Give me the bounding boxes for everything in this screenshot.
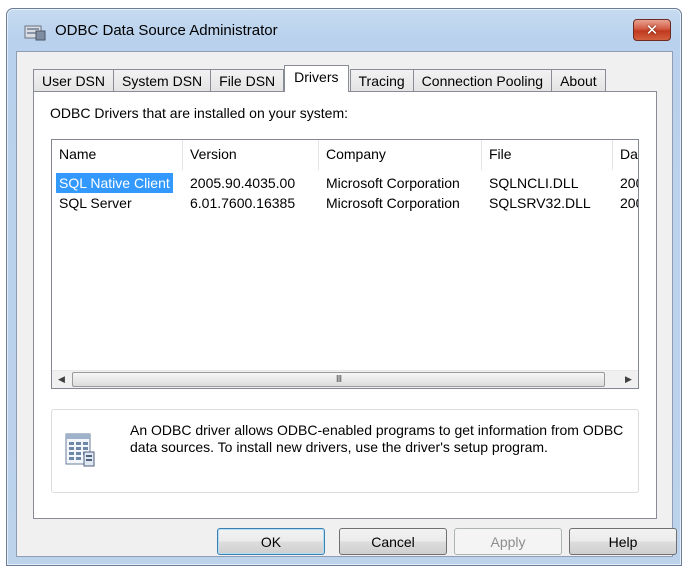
close-icon: ✕ xyxy=(645,21,659,39)
driver-company: Microsoft Corporation xyxy=(326,175,460,191)
column-header-company[interactable]: Company xyxy=(319,140,482,170)
driver-document-icon xyxy=(65,433,95,467)
driver-version: 2005.90.4035.00 xyxy=(190,175,296,191)
cancel-button[interactable]: Cancel xyxy=(339,528,447,555)
scroll-left-icon[interactable]: ◀ xyxy=(53,371,70,388)
title-bar[interactable]: ODBC Data Source Administrator ✕ xyxy=(7,9,681,51)
drivers-prompt: ODBC Drivers that are installed on your … xyxy=(50,105,348,121)
info-box: An ODBC driver allows ODBC-enabled progr… xyxy=(51,409,639,493)
tab-user-dsn[interactable]: User DSN xyxy=(33,69,115,92)
close-button[interactable]: ✕ xyxy=(633,19,671,41)
info-text: An ODBC driver allows ODBC-enabled progr… xyxy=(130,422,624,455)
tab-file-dsn[interactable]: File DSN xyxy=(210,69,285,92)
list-item[interactable]: SQL Server 6.01.7600.16385 Microsoft Cor… xyxy=(52,193,638,213)
driver-company: Microsoft Corporation xyxy=(326,195,460,211)
driver-file: SQLNCLI.DLL xyxy=(489,175,579,191)
apply-button[interactable]: Apply xyxy=(454,528,562,555)
driver-name: SQL Native Client xyxy=(56,173,173,193)
tab-system-dsn[interactable]: System DSN xyxy=(113,69,212,92)
column-header-file[interactable]: File xyxy=(482,140,613,170)
window-title: ODBC Data Source Administrator xyxy=(55,22,278,39)
tab-about[interactable]: About xyxy=(551,69,606,92)
drivers-list[interactable]: Name Version Company File Dat SQL Native… xyxy=(51,139,639,389)
horizontal-scrollbar[interactable]: ◀ III ▶ xyxy=(52,370,638,388)
odbc-admin-window: ODBC Data Source Administrator ✕ User DS… xyxy=(6,8,682,566)
driver-version: 6.01.7600.16385 xyxy=(190,195,296,211)
grip-icon: III xyxy=(335,374,342,385)
dialog-client-area: User DSN System DSN File DSN Drivers Tra… xyxy=(16,51,677,557)
column-header-name[interactable]: Name xyxy=(52,140,183,170)
help-button[interactable]: Help xyxy=(569,528,677,555)
scrollbar-thumb[interactable]: III xyxy=(72,372,605,387)
list-header: Name Version Company File Dat xyxy=(52,140,638,171)
column-header-version[interactable]: Version xyxy=(183,140,319,170)
scroll-right-icon[interactable]: ▶ xyxy=(620,371,637,388)
column-header-date[interactable]: Dat xyxy=(613,140,638,170)
odbc-app-icon xyxy=(24,25,46,41)
tab-drivers[interactable]: Drivers xyxy=(284,65,349,92)
tab-connection-pooling[interactable]: Connection Pooling xyxy=(412,69,553,92)
driver-date: 200 xyxy=(620,195,638,211)
driver-name: SQL Server xyxy=(59,195,132,211)
drivers-tab-page: ODBC Drivers that are installed on your … xyxy=(33,91,657,519)
driver-date: 200 xyxy=(620,175,638,191)
driver-file: SQLSRV32.DLL xyxy=(489,195,591,211)
list-item[interactable]: SQL Native Client 2005.90.4035.00 Micros… xyxy=(52,173,638,193)
ok-button[interactable]: OK xyxy=(217,528,325,555)
tab-strip: User DSN System DSN File DSN Drivers Tra… xyxy=(33,65,606,92)
tab-tracing[interactable]: Tracing xyxy=(349,69,414,92)
